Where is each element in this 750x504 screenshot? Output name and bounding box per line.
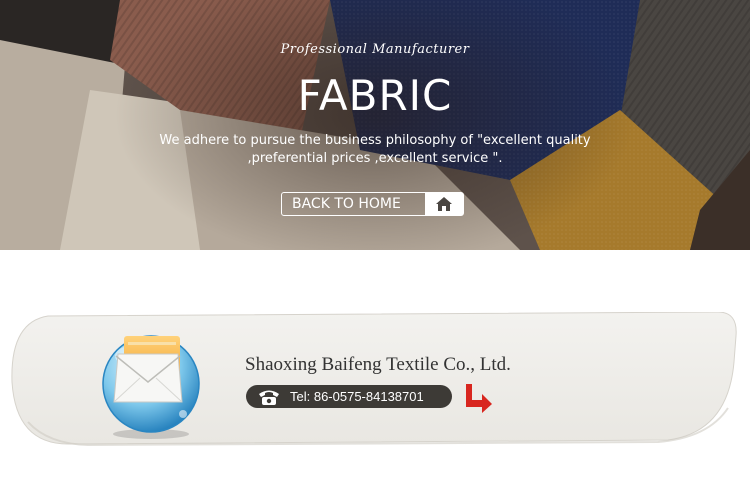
back-to-home-button[interactable]: BACK TO HOME <box>281 192 464 216</box>
company-name: Shaoxing Baifeng Textile Co., Ltd. <box>245 354 511 375</box>
hero-banner: Professional Manufacturer FABRIC We adhe… <box>0 0 750 250</box>
hero-tagline: Professional Manufacturer <box>280 42 470 57</box>
hero-description-line-1: We adhere to pursue the business philoso… <box>159 133 591 148</box>
home-icon <box>425 193 463 215</box>
telephone-badge: Tel: 86-0575-84138701 <box>246 385 452 408</box>
page-title: FABRIC <box>297 71 453 120</box>
phone-icon <box>254 385 284 408</box>
contact-card: Shaoxing Baifeng Textile Co., Ltd. Tel: … <box>8 312 740 448</box>
hero-description-line-2: ,preferential prices ,excellent service … <box>247 151 503 166</box>
arrow-down-right-icon <box>462 382 494 414</box>
mail-icon <box>96 326 206 440</box>
telephone-number: Tel: 86-0575-84138701 <box>290 389 424 404</box>
hero-description: We adhere to pursue the business philoso… <box>0 132 750 168</box>
back-to-home-label: BACK TO HOME <box>292 196 401 212</box>
